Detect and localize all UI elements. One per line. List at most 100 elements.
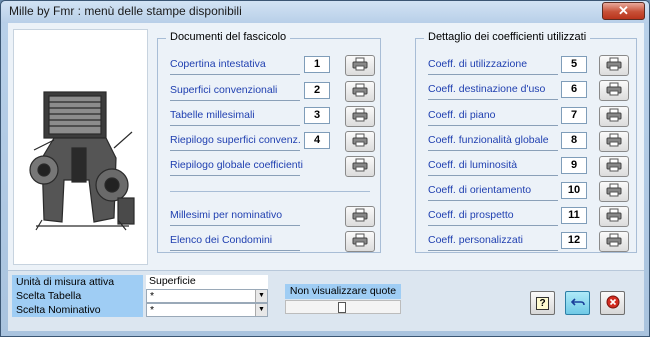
coefficient-label[interactable]: Coeff. di orientamento: [428, 184, 531, 196]
printer-icon: [352, 57, 368, 74]
document-number: 2: [304, 82, 330, 99]
document-number: 1: [304, 56, 330, 73]
bottom-panel: Unità di misura attiva Superficie Scelta…: [8, 270, 644, 331]
close-button[interactable]: ✕: [602, 2, 645, 20]
printer-icon: [352, 233, 368, 250]
coefficient-row: Coeff. di orientamento 10: [428, 181, 628, 201]
print-coeff-funzionalita-button[interactable]: [599, 131, 629, 152]
quote-slider[interactable]: [285, 300, 401, 314]
slider-thumb[interactable]: [338, 302, 346, 313]
cancel-icon: [606, 295, 620, 312]
coefficient-label[interactable]: Coeff. personalizzati: [428, 234, 523, 246]
print-superfici-button[interactable]: [345, 81, 375, 102]
document-row: Elenco dei Condomini: [170, 231, 370, 251]
printer-icon: [352, 108, 368, 125]
print-coeff-prospetto-button[interactable]: [599, 206, 629, 227]
printer-icon: [352, 133, 368, 150]
documents-group-title: Documenti del fascicolo: [166, 31, 291, 43]
document-number: 4: [304, 132, 330, 149]
document-label[interactable]: Riepilogo globale coefficienti: [170, 159, 303, 171]
print-coeff-luminosita-button[interactable]: [599, 156, 629, 177]
coefficient-label[interactable]: Coeff. di luminosità: [428, 159, 517, 171]
coefficient-label[interactable]: Coeff. funzionalità globale: [428, 134, 549, 146]
coefficient-row: Coeff. di utilizzazione 5: [428, 55, 628, 75]
print-tabelle-button[interactable]: [345, 106, 375, 127]
document-label[interactable]: Tabelle millesimali: [170, 109, 255, 121]
printer-icon: [606, 183, 622, 200]
coefficient-label[interactable]: Coeff. di prospetto: [428, 209, 514, 221]
help-icon: ?: [536, 296, 549, 310]
print-riepilogo-coefficienti-button[interactable]: [345, 156, 375, 177]
print-elenco-condomini-button[interactable]: [345, 231, 375, 252]
document-row: Superfici convenzionali 2: [170, 81, 370, 101]
document-label[interactable]: Millesimi per nominativo: [170, 209, 282, 221]
coefficient-label[interactable]: Coeff. di utilizzazione: [428, 58, 527, 70]
undo-icon: [570, 296, 585, 311]
printer-icon: [606, 208, 622, 225]
client-area: Documenti del fascicolo Copertina intest…: [8, 23, 644, 331]
print-coeff-utilizzazione-button[interactable]: [599, 55, 629, 76]
chevron-down-icon[interactable]: ▼: [255, 304, 267, 316]
coefficient-row: Coeff. di luminosità 9: [428, 156, 628, 176]
printer-icon: [606, 158, 622, 175]
document-row: Millesimi per nominativo: [170, 206, 370, 226]
cancel-button[interactable]: [600, 291, 625, 315]
printer-icon: [352, 208, 368, 225]
undo-button[interactable]: [565, 291, 590, 315]
document-label[interactable]: Copertina intestativa: [170, 58, 266, 70]
printer-icon: [606, 57, 622, 74]
document-row: Tabelle millesimali 3: [170, 106, 370, 126]
document-label[interactable]: Riepilogo superfici convenz.: [170, 134, 301, 146]
unit-value: Superficie: [146, 275, 268, 289]
coefficient-label[interactable]: Coeff. destinazione d'uso: [428, 83, 545, 95]
print-millesimi-nominativo-button[interactable]: [345, 206, 375, 227]
coefficient-label[interactable]: Coeff. di piano: [428, 109, 496, 121]
coefficient-number: 5: [561, 56, 587, 73]
documents-group: Documenti del fascicolo Copertina intest…: [157, 31, 381, 253]
printing-press-image: [13, 29, 148, 265]
coefficient-row: Coeff. funzionalità globale 8: [428, 131, 628, 151]
help-button[interactable]: ?: [530, 291, 555, 315]
coefficient-number: 7: [561, 107, 587, 124]
table-select-value: *: [150, 290, 155, 302]
unit-label: Unità di misura attiva: [12, 275, 143, 289]
title-bar[interactable]: Mille by Fmr : menù delle stampe disponi…: [1, 1, 649, 23]
nominative-select[interactable]: * ▼: [146, 303, 268, 317]
print-coeff-piano-button[interactable]: [599, 106, 629, 127]
document-label[interactable]: Elenco dei Condomini: [170, 234, 272, 246]
chevron-down-icon[interactable]: ▼: [255, 290, 267, 302]
nominative-label: Scelta Nominativo: [12, 303, 143, 317]
coefficient-row: Coeff. di prospetto 11: [428, 206, 628, 226]
printer-icon: [606, 108, 622, 125]
print-copertina-button[interactable]: [345, 55, 375, 76]
quote-toggle-label: Non visualizzare quote: [285, 284, 401, 299]
divider: [170, 191, 370, 192]
print-coeff-orientamento-button[interactable]: [599, 181, 629, 202]
nominative-select-value: *: [150, 304, 155, 316]
main-window: Mille by Fmr : menù delle stampe disponi…: [0, 0, 650, 337]
table-select[interactable]: * ▼: [146, 289, 268, 303]
coefficient-number: 6: [561, 81, 587, 98]
coefficient-number: 12: [561, 232, 587, 249]
document-row: Riepilogo globale coefficienti: [170, 156, 370, 176]
print-riepilogo-superfici-button[interactable]: [345, 131, 375, 152]
document-label[interactable]: Superfici convenzionali: [170, 84, 277, 96]
print-coeff-destinazione-button[interactable]: [599, 80, 629, 101]
coefficient-row: Coeff. destinazione d'uso 6: [428, 80, 628, 100]
document-row: Riepilogo superfici convenz. 4: [170, 131, 370, 151]
window-title: Mille by Fmr : menù delle stampe disponi…: [9, 4, 242, 18]
coefficient-row: Coeff. di piano 7: [428, 106, 628, 126]
coefficient-row: Coeff. personalizzati 12: [428, 231, 628, 251]
printer-icon: [352, 158, 368, 175]
printer-icon: [352, 83, 368, 100]
print-coeff-personalizzati-button[interactable]: [599, 231, 629, 252]
coefficient-number: 10: [561, 182, 587, 199]
document-row: Copertina intestativa 1: [170, 55, 370, 75]
printer-icon: [606, 133, 622, 150]
coefficient-number: 9: [561, 157, 587, 174]
printer-icon: [606, 82, 622, 99]
coefficient-number: 11: [561, 207, 587, 224]
table-label: Scelta Tabella: [12, 289, 143, 303]
coefficient-number: 8: [561, 132, 587, 149]
coefficients-group-title: Dettaglio dei coefficienti utilizzati: [424, 31, 591, 43]
